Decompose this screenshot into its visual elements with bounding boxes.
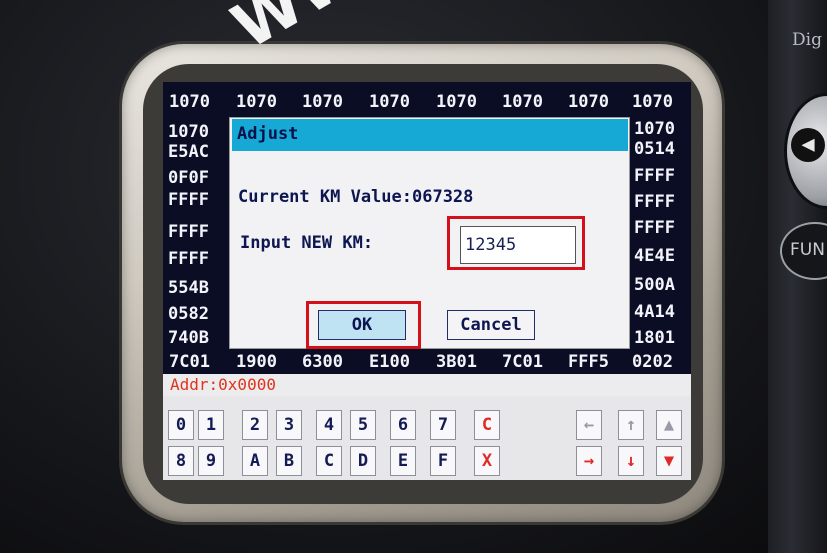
key-4[interactable]: 4 <box>316 410 342 440</box>
arrow-up-key-icon[interactable]: ↑ <box>618 410 644 440</box>
arrow-left-icon[interactable]: ◀ <box>791 128 825 162</box>
hex-cell: 1801 <box>634 328 675 348</box>
hex-cell: 6300 <box>302 352 343 372</box>
ok-highlight-box <box>306 301 421 349</box>
key-1[interactable]: 1 <box>198 410 224 440</box>
hex-cell: 1070 <box>568 92 609 112</box>
input-highlight-box <box>447 216 585 270</box>
hex-cell: 1070 <box>634 119 675 139</box>
hex-cell: 7C01 <box>169 352 210 372</box>
key-a[interactable]: A <box>242 446 268 476</box>
cancel-button[interactable]: Cancel <box>447 310 535 340</box>
input-new-km-label: Input NEW KM: <box>240 233 374 253</box>
hex-cell: FFFF <box>634 166 675 186</box>
page-down-key-icon[interactable]: ▼ <box>656 446 682 476</box>
hex-cell: 554B <box>168 278 209 298</box>
hex-cell: FFFF <box>168 222 209 242</box>
hex-cell: 1070 <box>632 92 673 112</box>
arrow-left-key-icon[interactable]: ← <box>576 410 602 440</box>
hex-cell: 0F0F <box>168 168 209 188</box>
hex-cell: 1070 <box>369 92 410 112</box>
key-6[interactable]: 6 <box>390 410 416 440</box>
key-d[interactable]: D <box>350 446 376 476</box>
key-e[interactable]: E <box>390 446 416 476</box>
arrow-right-key-icon[interactable]: → <box>576 446 602 476</box>
hex-cell: FFFF <box>168 190 209 210</box>
hex-cell: E100 <box>369 352 410 372</box>
hex-cell: 1900 <box>236 352 277 372</box>
key-3[interactable]: 3 <box>276 410 302 440</box>
hex-cell: 1070 <box>302 92 343 112</box>
hex-cell: 0582 <box>168 304 209 324</box>
brand-text: Dig <box>792 30 822 50</box>
hex-cell: 4A14 <box>634 302 675 322</box>
hex-cell: 0514 <box>634 139 675 159</box>
hex-cell: 740B <box>168 328 209 348</box>
key-c[interactable]: C <box>316 446 342 476</box>
key-b[interactable]: B <box>276 446 302 476</box>
hex-cell: 1070 <box>502 92 543 112</box>
key-5[interactable]: 5 <box>350 410 376 440</box>
hex-cell: FFFF <box>634 192 675 212</box>
hex-cell: E5AC <box>168 142 209 162</box>
hex-cell: 1070 <box>168 122 209 142</box>
arrow-down-key-icon[interactable]: ↓ <box>618 446 644 476</box>
hex-cell: 1070 <box>169 92 210 112</box>
address-value: Addr:0x0000 <box>170 375 276 394</box>
page-up-key-icon[interactable]: ▲ <box>656 410 682 440</box>
hex-cell: 500A <box>634 275 675 295</box>
hex-cell: 1070 <box>436 92 477 112</box>
key-8[interactable]: 8 <box>168 446 194 476</box>
key-delete[interactable]: X <box>474 446 500 476</box>
hex-cell: FFF5 <box>568 352 609 372</box>
hex-cell: 0202 <box>632 352 673 372</box>
function-button-label: FUN <box>790 240 825 260</box>
key-7[interactable]: 7 <box>430 410 456 440</box>
key-2[interactable]: 2 <box>242 410 268 440</box>
hex-cell: 4E4E <box>634 246 675 266</box>
hex-cell: 7C01 <box>502 352 543 372</box>
key-9[interactable]: 9 <box>198 446 224 476</box>
dialog-title: Adjust <box>237 124 299 144</box>
hex-cell: 1070 <box>236 92 277 112</box>
key-0[interactable]: 0 <box>168 410 194 440</box>
hex-cell: FFFF <box>634 218 675 238</box>
key-clear[interactable]: C <box>474 410 500 440</box>
hex-cell: 3B01 <box>436 352 477 372</box>
current-km-value: Current KM Value:067328 <box>238 187 474 207</box>
hex-cell: FFFF <box>168 249 209 269</box>
key-f[interactable]: F <box>430 446 456 476</box>
